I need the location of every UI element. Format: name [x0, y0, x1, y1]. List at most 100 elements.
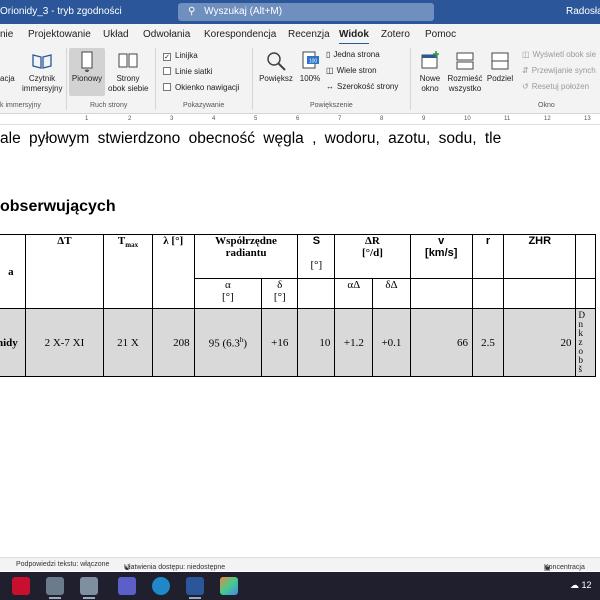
sync-scroll-icon: ⇵	[522, 66, 529, 75]
nav-pane-checkbox[interactable]: Okienko nawigacji	[163, 83, 239, 92]
document-title[interactable]: Orionidy_3 - tryb zgodności	[0, 6, 122, 17]
header-zhr: ZHR	[503, 234, 577, 279]
gridlines-checkbox[interactable]: Linie siatki	[163, 67, 212, 76]
ruler-mark: 8	[380, 116, 384, 122]
vertical-button[interactable]: Pionowy	[69, 48, 105, 96]
group-window-label: Okno	[538, 102, 555, 109]
one-page-button[interactable]: ▯ Jedna strona	[326, 50, 380, 59]
header-zhr-sub	[503, 278, 577, 309]
checkbox-checked-icon: ✓	[163, 53, 171, 61]
search-box[interactable]: ⚲ Wyszukaj (Alt+M)	[178, 3, 434, 21]
header-s: S [°]	[297, 234, 336, 279]
tab-layout[interactable]: Układ	[103, 29, 129, 40]
svg-text:100: 100	[309, 59, 318, 65]
vertical-page-icon	[81, 51, 93, 72]
group-immersive-label: k immersyjny	[0, 102, 41, 109]
section-heading[interactable]: obserwujących	[0, 198, 116, 216]
cell-alpha: 95 (6.3h)	[193, 308, 263, 377]
header-radiant: Współrzędne radiantu	[193, 234, 299, 279]
view-side-by-side-button[interactable]: ◫ Wyświetl obok sie	[522, 50, 596, 59]
reset-position-icon: ↺	[522, 82, 529, 91]
divider	[252, 48, 253, 110]
ruler-mark: 2	[128, 116, 132, 122]
word-icon[interactable]	[186, 577, 204, 599]
cell-delta-t: 2 X-7 XI	[24, 308, 105, 377]
cell-alpha-drift: +1.2	[334, 308, 374, 377]
header-delta-r: ΔR [°/d]	[334, 234, 411, 279]
zoom-100-icon: 100	[302, 51, 319, 69]
header-v-sub	[409, 278, 473, 309]
app-icon[interactable]	[80, 577, 98, 599]
cell-velocity: 66	[409, 308, 473, 377]
tab-help[interactable]: Pomoc	[425, 29, 456, 40]
sync-scroll-button[interactable]: ⇵ Przewijanie synch	[522, 66, 596, 75]
ruler-checkbox[interactable]: ✓ Linijka	[163, 51, 198, 61]
text-predictions-status[interactable]: Podpowiedzi tekstu: włączone	[16, 561, 109, 568]
search-placeholder: Wyszukaj (Alt+M)	[204, 6, 283, 17]
system-tray[interactable]: ☁ 12	[570, 580, 592, 591]
new-window-button[interactable]: Nowe okno	[414, 50, 446, 94]
cloud-icon: ☁	[570, 580, 582, 590]
split-button[interactable]: Podziel	[485, 50, 515, 84]
header-alpha-drift: αΔ	[334, 278, 374, 309]
ruler-mark: 7	[338, 116, 342, 122]
clock: 12	[581, 580, 592, 590]
header-name: a	[0, 234, 26, 309]
header-delta-drift: δΔ	[372, 278, 411, 309]
cell-delta: +16	[261, 308, 299, 377]
tab-zotero[interactable]: Zotero	[381, 29, 410, 40]
group-zoom-label: Powiększenie	[310, 102, 353, 109]
side-by-side-icon	[118, 53, 138, 68]
side-by-side-small-icon: ◫	[522, 50, 530, 59]
header-r-sub	[471, 278, 505, 309]
zoom-button[interactable]: Powiększ	[258, 50, 294, 84]
ruler-mark: 1	[85, 116, 89, 122]
search-icon: ⚲	[188, 6, 196, 17]
zoom-100-button[interactable]: 100 100%	[297, 50, 323, 84]
tab-view[interactable]: Widok	[339, 29, 369, 45]
side-by-side-button[interactable]: Strony obok siebie	[108, 50, 148, 94]
ruler-mark: 3	[170, 116, 174, 122]
multiple-pages-icon: ◫	[326, 66, 334, 75]
horizontal-ruler[interactable]: 1 2 3 4 5 6 7 8 9 10 11 12 13	[0, 115, 600, 125]
meteor-shower-table[interactable]: a ΔT Tmax λ [°] Współrzędne radiantu S [°]…	[0, 234, 596, 377]
cell-zhr: 20	[503, 308, 577, 377]
app-icon[interactable]	[46, 577, 64, 599]
teams-icon[interactable]	[118, 577, 136, 595]
tab-review[interactable]: Recenzja	[288, 29, 330, 40]
arrange-all-button[interactable]: Rozmieść wszystko	[446, 50, 484, 94]
header-lambda: λ [°]	[151, 234, 195, 309]
immersive-reader-button[interactable]: Czytnik immersyjny	[22, 50, 62, 94]
tab-home[interactable]: nie	[0, 29, 13, 40]
cell-s: 10	[297, 308, 336, 377]
tab-design[interactable]: Projektowanie	[28, 29, 91, 40]
tab-mailings[interactable]: Korespondencja	[204, 29, 276, 40]
title-bar: Orionidy_3 - tryb zgodności ⚲ Wyszukaj (…	[0, 0, 600, 24]
acrobat-icon[interactable]	[12, 577, 30, 595]
multiple-pages-button[interactable]: ◫ Wiele stron	[326, 66, 377, 75]
table-row[interactable]: nidy 2 X-7 XI 21 X 208 95 (6.3h) +16 10 …	[0, 308, 596, 377]
ruler-mark: 13	[584, 116, 591, 122]
ruler-mark: 4	[212, 116, 216, 122]
divider	[410, 48, 411, 110]
header-alpha: α [°]	[193, 278, 263, 309]
ruler-mark: 11	[504, 116, 511, 122]
immersive-read-button[interactable]: acja	[0, 74, 15, 84]
document-page[interactable]: ale pyłowym stwierdzono obecność węgla ,…	[0, 126, 600, 551]
ruler-mark: 6	[296, 116, 300, 122]
page-width-button[interactable]: ↔ Szerokość strony	[326, 82, 398, 91]
cell-notes: D n k z o b š	[575, 308, 596, 377]
reset-position-button[interactable]: ↺ Resetuj położen	[522, 82, 589, 91]
body-paragraph[interactable]: ale pyłowym stwierdzono obecność węgla ,…	[0, 130, 600, 148]
user-name[interactable]: Radosław	[566, 6, 600, 17]
cell-delta-drift: +0.1	[372, 308, 411, 377]
page-width-icon: ↔	[326, 82, 334, 91]
divider	[66, 48, 67, 110]
photos-icon[interactable]	[220, 577, 238, 595]
tab-references[interactable]: Odwołania	[143, 29, 190, 40]
ruler-mark: 12	[544, 116, 551, 122]
ruler-mark: 5	[254, 116, 258, 122]
edge-icon[interactable]	[152, 577, 170, 595]
book-reader-icon	[32, 54, 52, 69]
header-notes-sub	[575, 278, 596, 309]
